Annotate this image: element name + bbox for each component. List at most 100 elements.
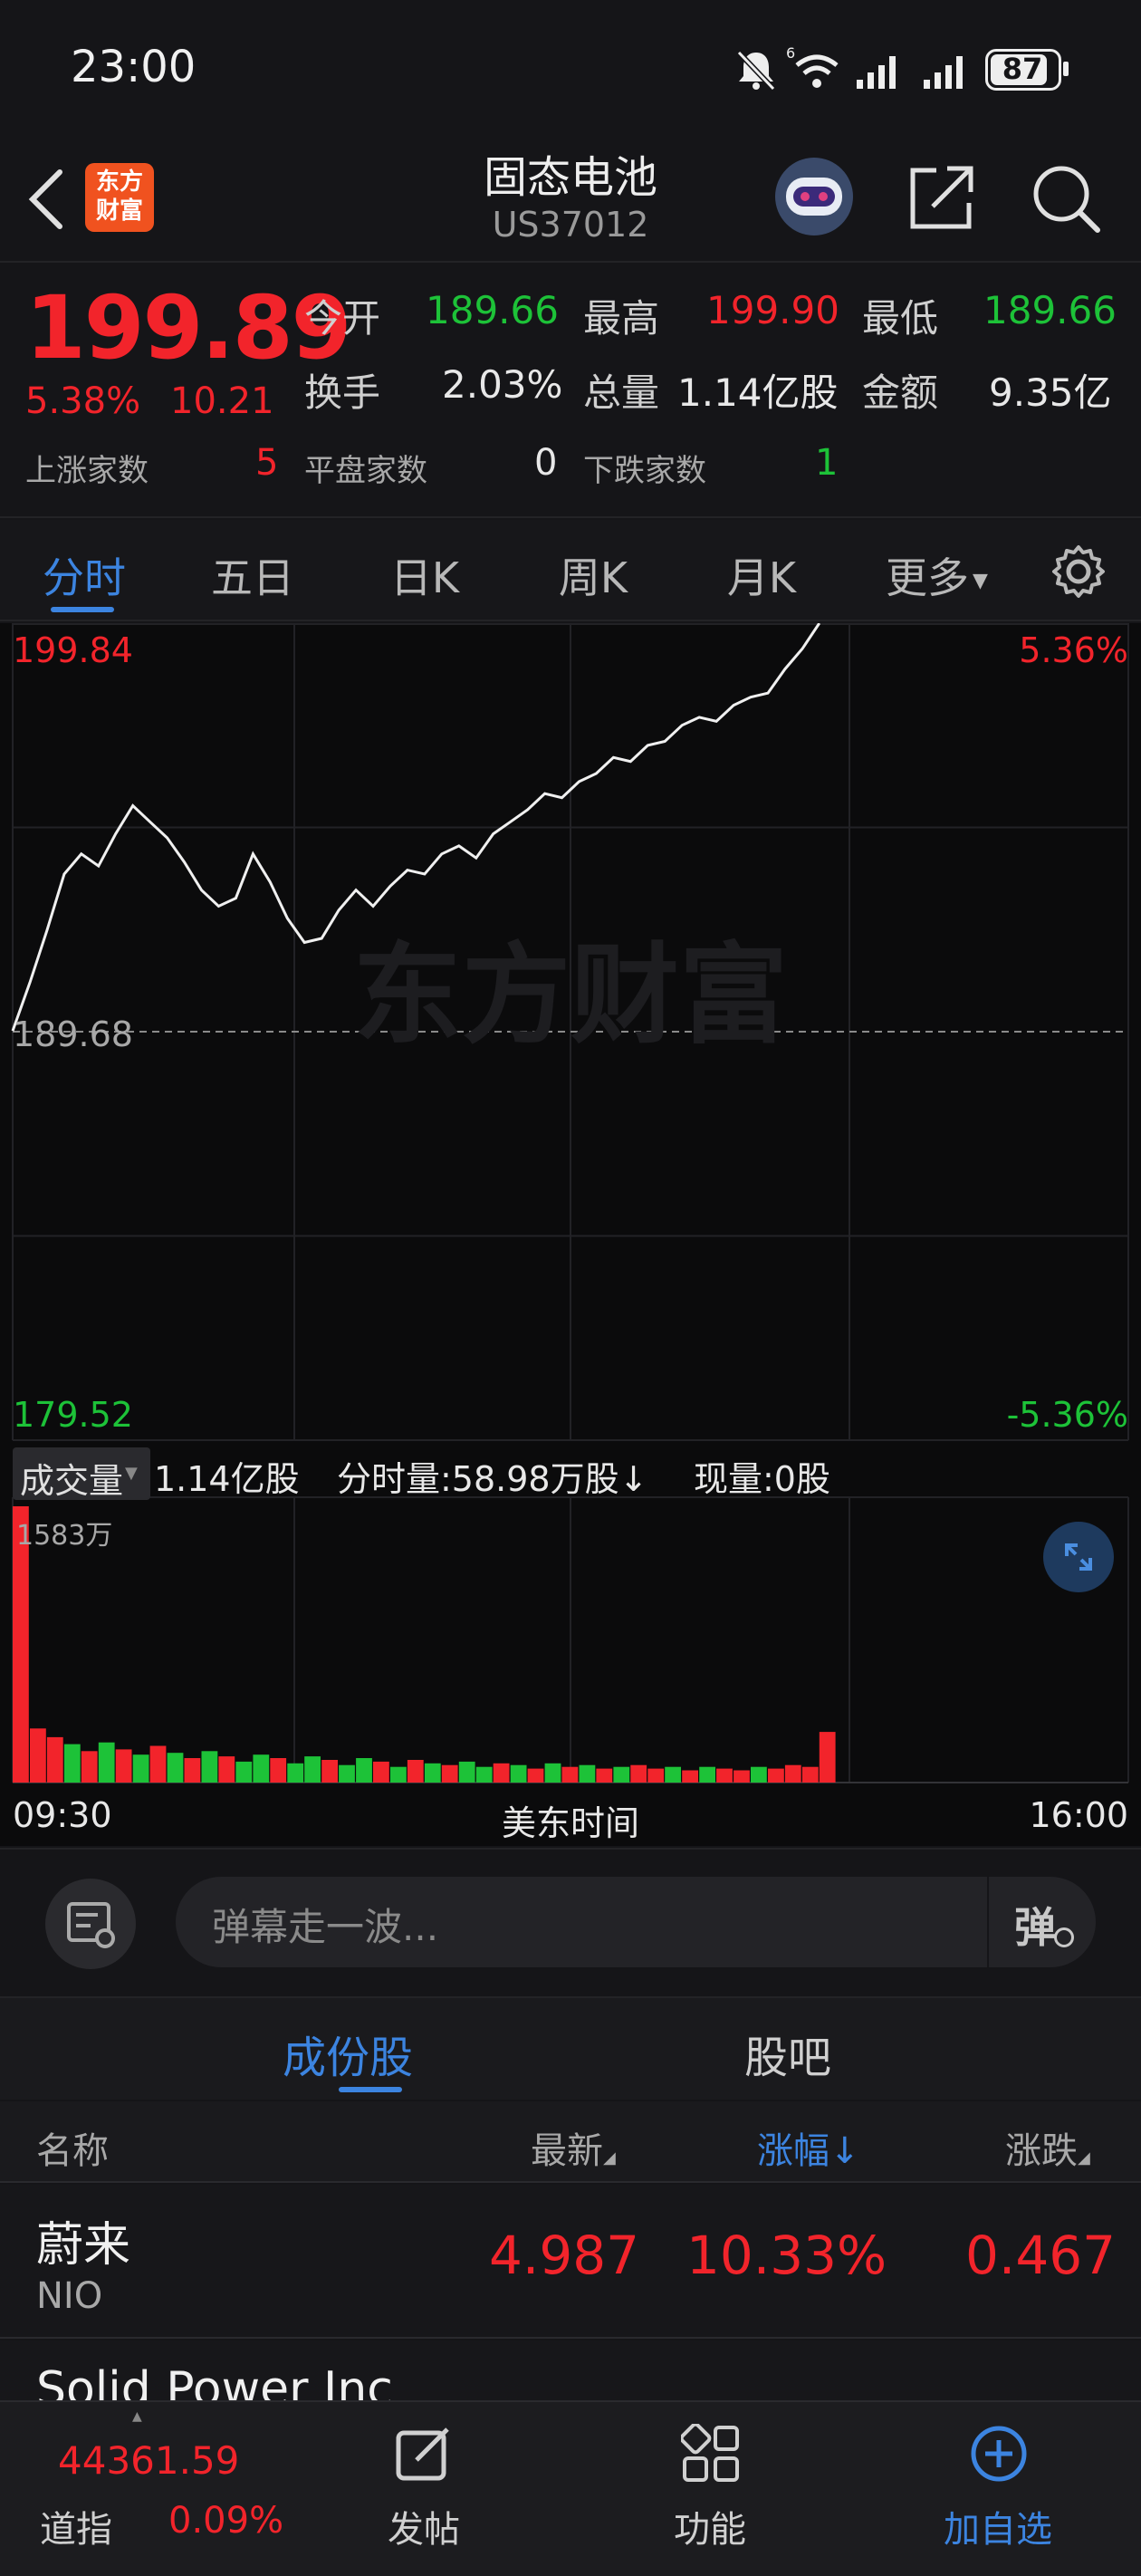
index-value[interactable]: 44361.59 xyxy=(58,2438,239,2483)
tab-monthly-k[interactable]: 月K xyxy=(685,545,839,605)
chart-watermark: 东方财富 xyxy=(353,933,788,1059)
volume-bar xyxy=(613,1766,630,1783)
robot-assistant-icon[interactable] xyxy=(775,158,853,235)
battery-icon: 87 xyxy=(985,49,1061,91)
status-time: 23:00 xyxy=(71,42,197,92)
chart-tabs: 分时 五日 日K 周K 月K 更多 ▼ xyxy=(0,520,1141,621)
danmaku-toggle[interactable]: 弹 xyxy=(987,1877,1096,1967)
up-count: 5 xyxy=(255,442,279,484)
volume-bar xyxy=(819,1732,836,1783)
list-item[interactable]: 蔚来 NIO 4.987 10.33% 0.467 xyxy=(0,2185,1141,2339)
tab-weekly-k[interactable]: 周K xyxy=(516,545,670,605)
settings-gear-icon[interactable] xyxy=(1050,543,1107,600)
chart-canvas: 东方财富 xyxy=(11,623,1129,1783)
wifi-icon: 6 xyxy=(786,45,839,88)
share-icon[interactable] xyxy=(906,161,978,234)
volume-bar xyxy=(184,1758,201,1783)
volume-bar xyxy=(132,1754,149,1783)
tab-intraday[interactable]: 分时 xyxy=(7,545,161,605)
battery-tip xyxy=(1063,62,1069,76)
y-min-price: 179.52 xyxy=(13,1395,133,1435)
nav-add-watchlist[interactable]: 加自选 xyxy=(907,2402,1088,2574)
chat-settings-icon xyxy=(67,1902,115,1948)
volume-bar xyxy=(699,1766,715,1783)
tab-constituents[interactable]: 成份股 xyxy=(283,2022,413,2085)
index-name: 道指 xyxy=(40,2509,112,2551)
stock-pct: 10.33% xyxy=(686,2225,887,2286)
search-icon[interactable] xyxy=(1029,161,1105,237)
sort-icon: ◢ xyxy=(1078,2148,1090,2167)
volume-bar xyxy=(596,1768,613,1783)
volume-bar xyxy=(321,1760,338,1783)
volume-bar xyxy=(407,1760,424,1783)
chart-grid xyxy=(12,623,1129,1783)
low-value: 189.66 xyxy=(983,288,1117,332)
volume-bar xyxy=(751,1766,767,1783)
danmaku-input[interactable]: 弹幕走一波... 弹 xyxy=(176,1877,1096,1967)
quote-panel: 199.89 5.38% 10.21 今开 189.66 最高 199.90 最… xyxy=(0,264,1141,518)
nav-post[interactable]: 发帖 xyxy=(333,2402,514,2574)
col-change[interactable]: 涨跌◢ xyxy=(1005,2121,1090,2174)
col-pct[interactable]: 涨幅↓ xyxy=(757,2121,860,2174)
intraday-chart[interactable]: 东方财富 199.84 5.36% 189.68 179.52 -5.36% 成… xyxy=(0,623,1141,1846)
danmaku-list-icon[interactable] xyxy=(45,1879,136,1969)
nav-function[interactable]: 功能 xyxy=(619,2402,801,2574)
svg-text:6: 6 xyxy=(786,45,795,62)
volume-bars xyxy=(13,1506,836,1783)
col-name[interactable]: 名称 xyxy=(36,2121,109,2174)
volume-bar xyxy=(235,1761,253,1783)
tab-daily-k[interactable]: 日K xyxy=(348,545,502,605)
volume-bar xyxy=(218,1756,235,1783)
active-tab-indicator xyxy=(51,607,114,612)
y-max-pct: 5.36% xyxy=(1019,630,1128,670)
amount-value: 9.35亿 xyxy=(989,370,1112,415)
down-count: 1 xyxy=(815,442,839,484)
active-subtab-indicator xyxy=(339,2087,402,2092)
volume-bar xyxy=(339,1764,355,1783)
time-zone-label: 美东时间 xyxy=(501,1803,639,1843)
nav-function-label: 功能 xyxy=(674,2509,746,2551)
current-price: 199.89 xyxy=(25,277,351,379)
tab-forum[interactable]: 股吧 xyxy=(744,2022,831,2085)
tab-more[interactable]: 更多 ▼ xyxy=(886,545,988,605)
signal-icon-1 xyxy=(857,56,896,89)
volume-bar xyxy=(544,1763,561,1783)
y-max-price: 199.84 xyxy=(13,630,133,670)
open-value: 189.66 xyxy=(426,288,559,332)
list-header: 名称 最新◢ 涨幅↓ 涨跌◢ xyxy=(0,2101,1141,2183)
stock-name: 蔚来 xyxy=(36,2218,131,2273)
danmaku-bar: 弹幕走一波... 弹 xyxy=(0,1848,1141,1993)
expand-icon[interactable] xyxy=(1043,1522,1114,1592)
y-mid-price: 189.68 xyxy=(13,1014,133,1054)
expand-arrows-icon xyxy=(1065,1543,1092,1571)
volume-bar xyxy=(665,1766,681,1783)
volume-bar xyxy=(115,1749,132,1783)
expand-ticker-icon[interactable]: ▲ xyxy=(132,2409,142,2424)
volume-bar xyxy=(630,1764,647,1783)
volume-bar xyxy=(356,1758,372,1783)
turnover-value: 2.03% xyxy=(442,362,563,407)
signal-icon-2 xyxy=(924,56,963,89)
volume-bar xyxy=(304,1756,321,1783)
volume-total: 1.14亿股 xyxy=(154,1459,300,1499)
volume-bar xyxy=(561,1766,579,1783)
sub-tabs: 成份股 股吧 xyxy=(0,1996,1141,2100)
time-end: 16:00 xyxy=(1029,1795,1128,1835)
stock-code: NIO xyxy=(36,2275,103,2317)
nav-post-label: 发帖 xyxy=(388,2509,460,2551)
volume-minute: 分时量:58.98万股↓ xyxy=(337,1459,648,1499)
list-item[interactable]: Solid Power Inc xyxy=(0,2341,1141,2404)
flat-count-label: 平盘家数 xyxy=(304,453,427,489)
volume-bar xyxy=(373,1761,389,1783)
amount-label: 金额 xyxy=(862,370,939,415)
col-latest[interactable]: 最新◢ xyxy=(531,2121,616,2174)
tab-five-day[interactable]: 五日 xyxy=(176,545,330,605)
volume-selector[interactable]: 成交量 ▼ xyxy=(13,1447,150,1501)
bottom-nav: ▲ 44361.59 道指 0.09% 发帖 功能 加自选 xyxy=(0,2400,1141,2576)
low-label: 最低 xyxy=(862,296,939,341)
col-change-label: 涨跌 xyxy=(1005,2130,1078,2172)
volume-bar xyxy=(81,1751,98,1783)
volume-bar xyxy=(390,1766,407,1783)
volume-bar xyxy=(475,1766,493,1783)
danmaku-off-badge-icon xyxy=(1054,1927,1074,1947)
